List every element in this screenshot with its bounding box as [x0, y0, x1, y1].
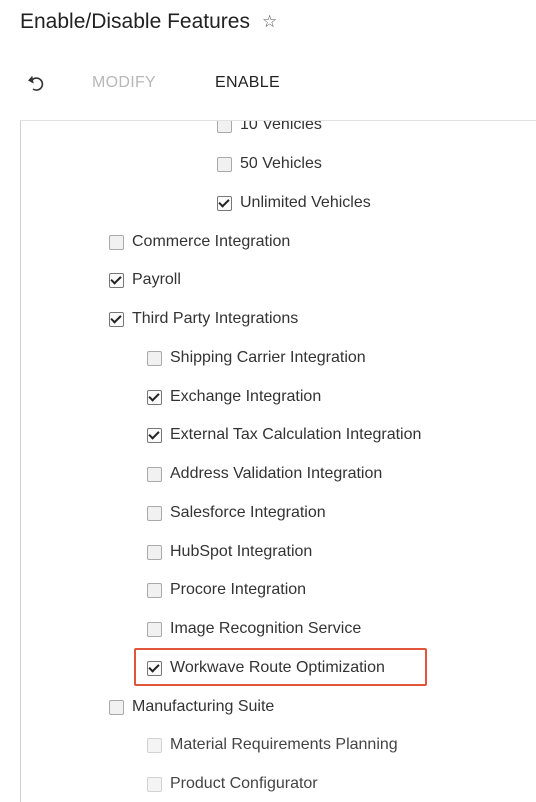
checkbox[interactable] [147, 582, 162, 598]
feature-label: Third Party Integrations [132, 310, 299, 327]
feature-label: Salesforce Integration [170, 504, 326, 521]
feature-exchange-integration[interactable]: Exchange Integration [147, 385, 321, 409]
star-outline-icon[interactable]: ☆ [262, 12, 277, 32]
checkbox[interactable] [147, 621, 162, 637]
checkbox[interactable] [109, 234, 124, 250]
undo-icon[interactable] [26, 74, 46, 94]
checkbox[interactable] [147, 505, 162, 521]
feature-label: Address Validation Integration [170, 465, 383, 482]
feature-10-vehicles[interactable]: 10 Vehicles [217, 120, 322, 137]
checkbox[interactable] [147, 389, 162, 405]
feature-label: External Tax Calculation Integration [170, 426, 422, 443]
checkbox[interactable] [147, 466, 162, 482]
modify-button: MODIFY [92, 74, 157, 91]
feature-label: Procore Integration [170, 581, 307, 598]
feature-salesforce-integration[interactable]: Salesforce Integration [147, 501, 326, 525]
feature-label: Commerce Integration [132, 233, 291, 250]
features-panel[interactable]: 10 Vehicles 50 Vehicles Unlimited Vehicl… [20, 120, 536, 802]
feature-shipping-carrier-integration[interactable]: Shipping Carrier Integration [147, 346, 366, 370]
feature-label: 50 Vehicles [240, 155, 322, 172]
feature-label: Image Recognition Service [170, 620, 362, 637]
checkbox[interactable] [217, 121, 232, 133]
checkbox[interactable] [109, 311, 124, 327]
page-title-bar: Enable/Disable Features ☆ [20, 10, 277, 34]
checkbox[interactable] [217, 156, 232, 172]
feature-label: Shipping Carrier Integration [170, 349, 366, 366]
feature-external-tax-calculation-integration[interactable]: External Tax Calculation Integration [147, 423, 421, 447]
checkbox[interactable] [147, 350, 162, 366]
page-title: Enable/Disable Features [20, 10, 250, 33]
highlight-box [134, 648, 427, 686]
feature-label: Material Requirements Planning [170, 736, 398, 753]
feature-label: Exchange Integration [170, 388, 322, 405]
feature-label: HubSpot Integration [170, 543, 313, 560]
feature-label: Product Configurator [170, 775, 318, 792]
feature-hubspot-integration[interactable]: HubSpot Integration [147, 540, 312, 564]
checkbox [147, 737, 162, 753]
feature-image-recognition-service[interactable]: Image Recognition Service [147, 617, 361, 641]
feature-material-requirements-planning: Material Requirements Planning [147, 733, 398, 757]
feature-address-validation-integration[interactable]: Address Validation Integration [147, 462, 382, 486]
feature-label: Manufacturing Suite [132, 698, 275, 715]
feature-label: Unlimited Vehicles [240, 194, 371, 211]
feature-50-vehicles[interactable]: 50 Vehicles [217, 152, 322, 176]
feature-manufacturing-suite[interactable]: Manufacturing Suite [109, 695, 274, 719]
feature-label: Payroll [132, 271, 181, 288]
feature-label: 10 Vehicles [240, 120, 322, 133]
checkbox[interactable] [109, 272, 124, 288]
checkbox [147, 776, 162, 792]
checkbox[interactable] [217, 195, 232, 211]
feature-payroll[interactable]: Payroll [109, 268, 181, 292]
checkbox[interactable] [147, 427, 162, 443]
feature-commerce-integration[interactable]: Commerce Integration [109, 230, 290, 254]
feature-procore-integration[interactable]: Procore Integration [147, 578, 306, 602]
feature-third-party-integrations[interactable]: Third Party Integrations [109, 307, 298, 331]
feature-product-configurator: Product Configurator [147, 772, 318, 796]
checkbox[interactable] [109, 699, 124, 715]
toolbar: MODIFY ENABLE [0, 70, 536, 100]
checkbox[interactable] [147, 544, 162, 560]
enable-button[interactable]: ENABLE [215, 74, 280, 92]
feature-unlimited-vehicles[interactable]: Unlimited Vehicles [217, 191, 371, 215]
